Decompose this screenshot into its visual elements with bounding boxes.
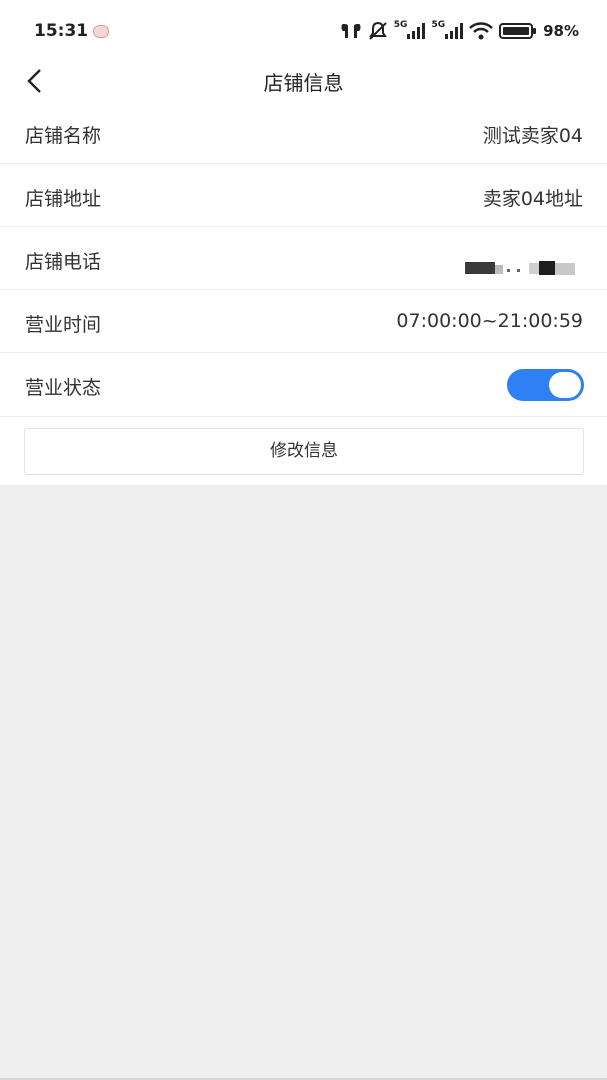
- store-address-label: 店铺地址: [25, 188, 102, 210]
- edit-info-button[interactable]: 修改信息: [24, 428, 584, 475]
- row-store-address: 店铺地址 卖家04地址: [0, 164, 607, 227]
- network-type-2: 5G: [431, 20, 446, 30]
- wifi-icon: [469, 22, 493, 40]
- store-name-label: 店铺名称: [25, 125, 102, 147]
- status-time: 15:31: [34, 21, 89, 41]
- app-notification-icon: [93, 25, 109, 38]
- toggle-knob: [549, 372, 581, 398]
- signal-5g-icon-1: 5G: [393, 20, 426, 39]
- page-title: 店铺信息: [263, 71, 344, 95]
- status-bar: 15:31 5G 5G 98%: [0, 0, 607, 62]
- store-name-value: 测试卖家04: [482, 125, 583, 147]
- redacted-phone-value: [465, 261, 575, 275]
- row-store-phone: 店铺电话: [0, 227, 607, 290]
- business-status-toggle[interactable]: [507, 369, 584, 401]
- business-hours-label: 营业时间: [25, 314, 102, 336]
- store-phone-label: 店铺电话: [25, 251, 102, 273]
- business-status-label: 营业状态: [25, 377, 102, 399]
- network-type-1: 5G: [393, 20, 408, 30]
- row-business-status: 营业状态: [0, 353, 607, 417]
- status-icons: 5G 5G 98%: [340, 20, 579, 42]
- battery-percent: 98%: [543, 22, 579, 40]
- earbuds-icon: [340, 22, 362, 40]
- mute-bell-icon: [368, 21, 388, 41]
- store-info-list: 店铺名称 测试卖家04 店铺地址 卖家04地址 店铺电话 营业时间 07:00:…: [0, 101, 607, 417]
- business-hours-value: 07:00:00~21:00:59: [396, 310, 583, 332]
- row-store-name: 店铺名称 测试卖家04: [0, 101, 607, 164]
- signal-5g-icon-2: 5G: [431, 20, 464, 39]
- nav-header: 店铺信息: [0, 62, 607, 102]
- row-business-hours: 营业时间 07:00:00~21:00:59: [0, 290, 607, 353]
- store-address-value: 卖家04地址: [482, 188, 583, 210]
- battery-icon: [499, 23, 537, 39]
